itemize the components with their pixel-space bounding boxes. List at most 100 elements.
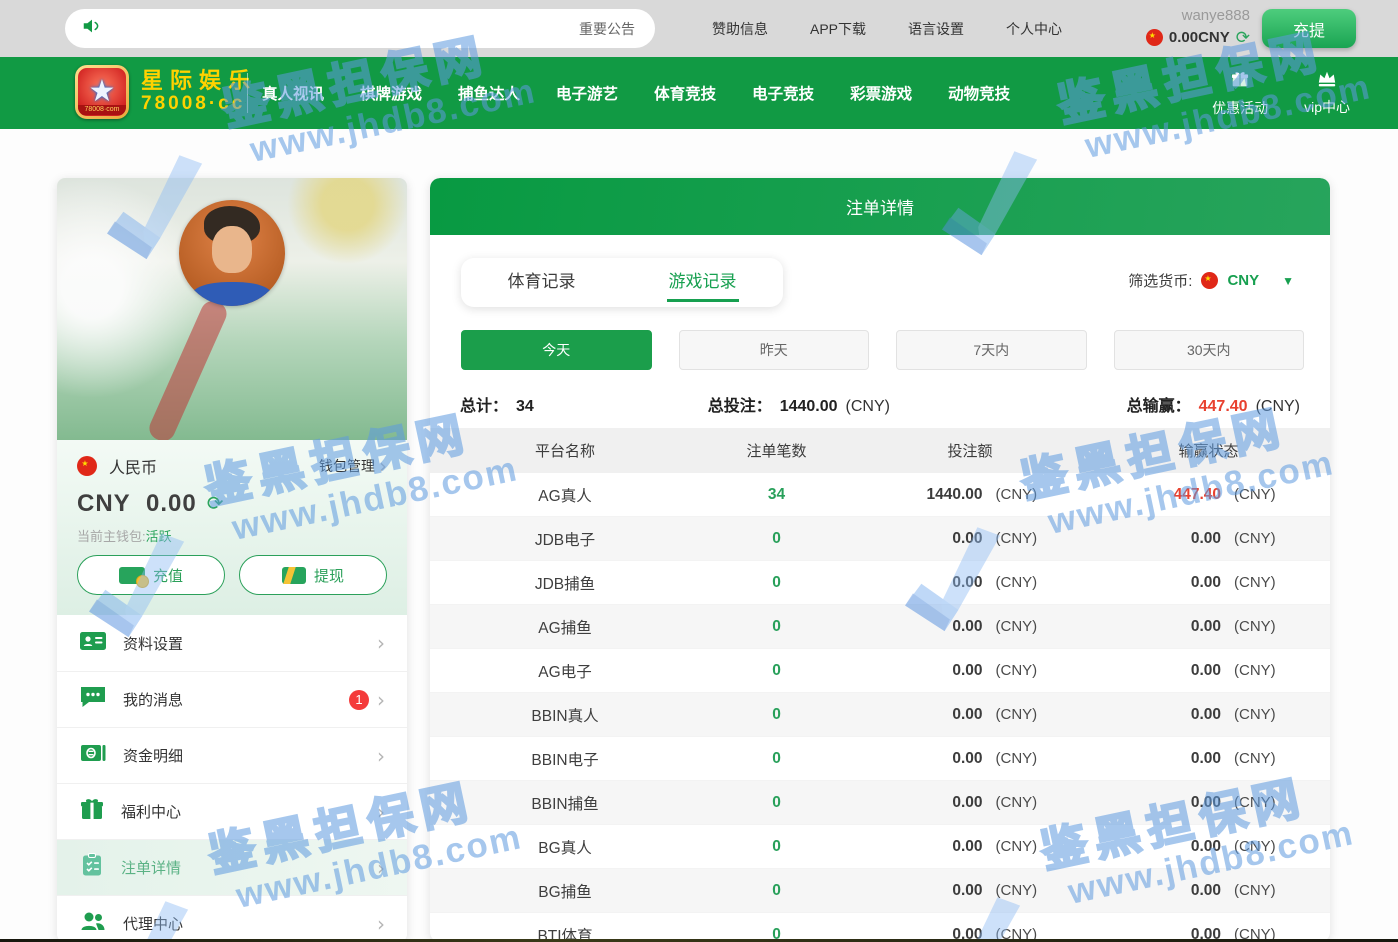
currency-filter[interactable]: 筛选货币: ★ CNY ▼ bbox=[1128, 270, 1294, 291]
id-card-icon bbox=[79, 629, 107, 658]
china-flag-icon: ★ bbox=[1146, 29, 1163, 46]
winloss-amount: 0.00 bbox=[1125, 662, 1221, 680]
table-row: AG真人 34 1440.00(CNY) 447.40(CNY) bbox=[430, 473, 1330, 517]
bet-currency: (CNY) bbox=[996, 838, 1054, 855]
date-filter-30days[interactable]: 30天内 bbox=[1114, 330, 1305, 370]
message-icon bbox=[79, 685, 107, 714]
date-filter-yesterday[interactable]: 昨天 bbox=[679, 330, 870, 370]
platform-name: JDB电子 bbox=[430, 528, 700, 550]
winloss-currency: (CNY) bbox=[1234, 662, 1292, 679]
brand-logo[interactable]: ★ 78008·com 星际娱乐 78008·cc bbox=[75, 65, 257, 119]
nav-item-2[interactable]: 捕鱼达人 bbox=[458, 82, 520, 104]
sidebar-item-welfare[interactable]: 福利中心 › bbox=[57, 783, 407, 839]
refresh-balance-icon[interactable]: ⟳ bbox=[1236, 29, 1250, 46]
bet-amount: 0.00 bbox=[887, 706, 983, 724]
currency-filter-label: 筛选货币: bbox=[1128, 270, 1192, 291]
bet-amount: 1440.00 bbox=[887, 486, 983, 504]
deposit-label: 充值 bbox=[153, 565, 183, 586]
tab-sports-records[interactable]: 体育记录 bbox=[461, 258, 622, 307]
total-winloss-currency: (CNY) bbox=[1256, 398, 1300, 416]
promotions-nav-item[interactable]: 优惠活动 bbox=[1212, 68, 1268, 118]
date-filter-7days[interactable]: 7天内 bbox=[896, 330, 1087, 370]
bet-currency: (CNY) bbox=[996, 530, 1054, 547]
vip-nav-item[interactable]: vip中心 bbox=[1304, 69, 1350, 117]
tab-game-records[interactable]: 游戏记录 bbox=[622, 258, 783, 307]
page: 重要公告 赞助信息 APP下载 语言设置 个人中心 wanye888 ★ 0.00CN… bbox=[0, 0, 1398, 942]
col-winloss: 输赢状态 bbox=[1087, 440, 1330, 461]
recharge-withdraw-button[interactable]: 充提 bbox=[1262, 9, 1356, 48]
topbar-link-1[interactable]: APP下载 bbox=[810, 19, 866, 39]
nav-items: 真人视讯 棋牌游戏 捕鱼达人 电子游艺 体育竞技 电子竞技 彩票游戏 动物竞技 bbox=[262, 57, 1010, 129]
table-row: JDB捕鱼 0 0.00(CNY) 0.00(CNY) bbox=[430, 561, 1330, 605]
winloss-amount: 0.00 bbox=[1125, 530, 1221, 548]
nav-item-6[interactable]: 彩票游戏 bbox=[850, 82, 912, 104]
sidebar-card: wanye888✓ B 注册时间：2023-02-06 00:41:05 ★ 人… bbox=[57, 178, 407, 942]
sidebar-item-profile-settings[interactable]: 资料设置 › bbox=[57, 615, 407, 671]
bet-currency: (CNY) bbox=[996, 882, 1054, 899]
platform-name: AG电子 bbox=[430, 660, 700, 682]
announcement-bar[interactable]: 重要公告 bbox=[65, 9, 655, 48]
message-count-badge: 1 bbox=[349, 690, 369, 710]
wallet-refresh-icon[interactable]: ⟳ bbox=[207, 494, 224, 514]
deposit-button[interactable]: 充值 bbox=[77, 555, 225, 595]
table-row: BTI体育 0 0.00(CNY) 0.00(CNY) bbox=[430, 913, 1330, 942]
nav-item-3[interactable]: 电子游艺 bbox=[556, 82, 618, 104]
sidebar-item-messages[interactable]: 我的消息 1 › bbox=[57, 671, 407, 727]
topbar-link-0[interactable]: 赞助信息 bbox=[712, 19, 768, 39]
withdraw-button[interactable]: 提现 bbox=[239, 555, 387, 595]
bet-amount: 0.00 bbox=[887, 838, 983, 856]
announcement-label: 重要公告 bbox=[579, 19, 635, 39]
user-block: wanye888 ★ 0.00CNY ⟳ bbox=[1146, 6, 1250, 46]
tab-label: 体育记录 bbox=[506, 263, 578, 302]
nav-item-1[interactable]: 棋牌游戏 bbox=[360, 82, 422, 104]
sidebar-item-label: 福利中心 bbox=[121, 801, 181, 822]
people-icon bbox=[79, 909, 107, 938]
winloss-amount: 0.00 bbox=[1125, 838, 1221, 856]
chevron-right-icon: › bbox=[377, 914, 385, 934]
brand-title: 星际娱乐 bbox=[141, 69, 257, 93]
table-row: BG捕鱼 0 0.00(CNY) 0.00(CNY) bbox=[430, 869, 1330, 913]
winloss-amount: 0.00 bbox=[1125, 574, 1221, 592]
chevron-right-icon: › bbox=[377, 746, 385, 766]
winloss-amount: 0.00 bbox=[1125, 706, 1221, 724]
winloss-amount: 0.00 bbox=[1125, 618, 1221, 636]
nav-item-5[interactable]: 电子竞技 bbox=[752, 82, 814, 104]
date-filter-today[interactable]: 今天 bbox=[461, 330, 652, 370]
nav-item-4[interactable]: 体育竞技 bbox=[654, 82, 716, 104]
topbar-link-2[interactable]: 语言设置 bbox=[908, 19, 964, 39]
winloss-currency: (CNY) bbox=[1234, 530, 1292, 547]
table-row: BBIN电子 0 0.00(CNY) 0.00(CNY) bbox=[430, 737, 1330, 781]
chevron-right-icon: › bbox=[377, 690, 385, 710]
platform-name: BBIN真人 bbox=[430, 704, 700, 726]
brand-domain: 78008·cc bbox=[141, 93, 257, 115]
total-bet-currency: (CNY) bbox=[846, 398, 890, 416]
bet-count: 0 bbox=[700, 706, 853, 724]
sidebar-item-label: 注单详情 bbox=[121, 857, 181, 878]
nav-item-7[interactable]: 动物竞技 bbox=[948, 82, 1010, 104]
bet-currency: (CNY) bbox=[996, 662, 1054, 679]
sidebar-item-label: 资料设置 bbox=[123, 633, 183, 654]
main-nav: ★ 78008·com 星际娱乐 78008·cc 真人视讯 棋牌游戏 捕鱼达人 电子… bbox=[0, 57, 1398, 129]
crown-icon bbox=[1316, 69, 1338, 94]
avatar[interactable] bbox=[179, 200, 285, 306]
table-row: AG电子 0 0.00(CNY) 0.00(CNY) bbox=[430, 649, 1330, 693]
vip-label: vip中心 bbox=[1304, 97, 1350, 117]
total-winloss-label: 总输赢： bbox=[1127, 392, 1191, 416]
sidebar-item-funds[interactable]: 资金明细 › bbox=[57, 727, 407, 783]
nav-item-0[interactable]: 真人视讯 bbox=[262, 82, 324, 104]
wallet-manage-link[interactable]: 钱包管理 › bbox=[319, 456, 387, 476]
china-flag-icon: ★ bbox=[77, 456, 97, 476]
platform-name: AG捕鱼 bbox=[430, 616, 700, 638]
platform-name: BG捕鱼 bbox=[430, 880, 700, 902]
gift-icon bbox=[1229, 68, 1251, 95]
sidebar-item-agent[interactable]: 代理中心 › bbox=[57, 895, 407, 942]
sidebar-menu: 资料设置 › 我的消息 1 › 资金明细 › 福利中心 › bbox=[57, 615, 407, 942]
bet-count: 0 bbox=[700, 618, 853, 636]
deposit-icon bbox=[119, 567, 145, 584]
wallet-manage-label: 钱包管理 bbox=[319, 456, 375, 476]
topbar-link-3[interactable]: 个人中心 bbox=[1006, 19, 1062, 39]
bet-count: 34 bbox=[700, 486, 853, 504]
winloss-currency: (CNY) bbox=[1234, 750, 1292, 767]
dropdown-arrow-icon[interactable]: ▼ bbox=[1282, 274, 1294, 288]
sidebar-item-bet-details[interactable]: 注单详情 › bbox=[57, 839, 407, 895]
